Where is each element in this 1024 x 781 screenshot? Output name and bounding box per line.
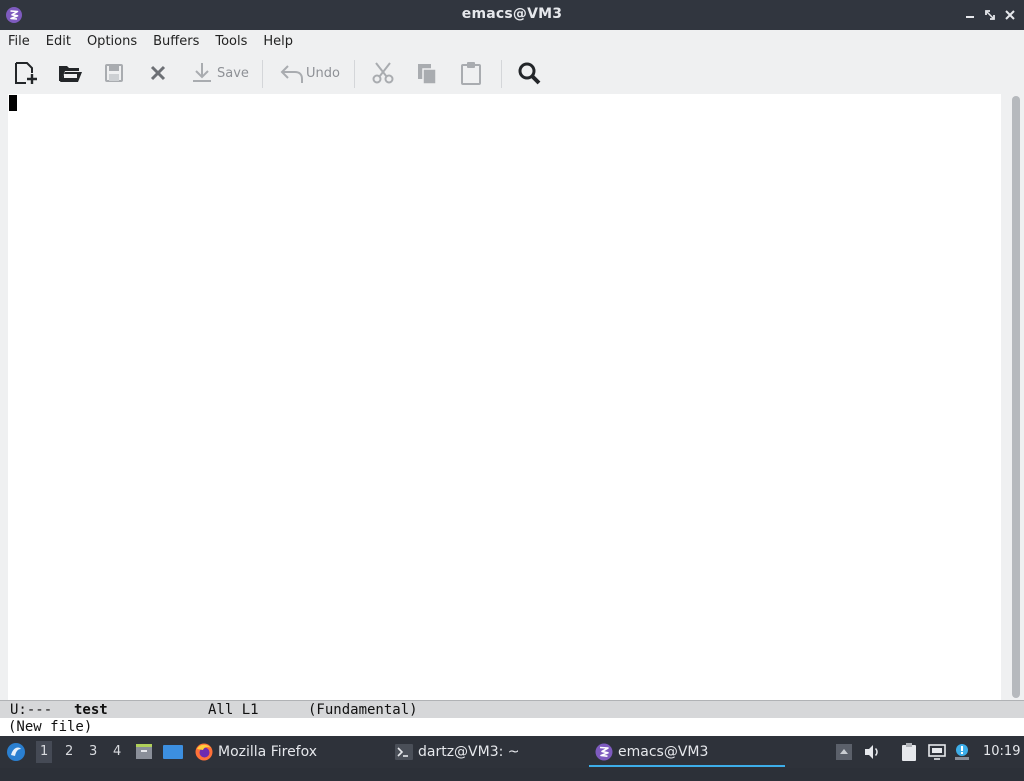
show-desktop-icon[interactable] — [162, 742, 184, 762]
cut-button[interactable] — [370, 60, 396, 86]
copy-button[interactable] — [414, 60, 440, 86]
task-firefox[interactable]: Mozilla Firefox — [194, 740, 317, 764]
menu-options[interactable]: Options — [79, 34, 145, 49]
workspace-1[interactable]: 1 — [36, 741, 53, 763]
toolbar-separator — [354, 60, 355, 88]
download-arrow-icon — [193, 63, 211, 82]
workspace-2[interactable]: 2 — [65, 744, 73, 759]
workspace-4[interactable]: 4 — [113, 744, 121, 759]
window-title: emacs@VM3 — [461, 6, 563, 22]
app-menu-icon[interactable] — [5, 741, 27, 763]
close-x-icon — [150, 65, 166, 81]
minimize-icon[interactable] — [962, 7, 978, 23]
undo-label: Undo — [306, 65, 340, 81]
menu-buffers[interactable]: Buffers — [145, 34, 207, 49]
update-notifier-icon[interactable] — [952, 742, 972, 762]
close-buffer-button[interactable] — [145, 60, 171, 86]
copy-icon — [418, 64, 437, 85]
tray-arrow-up-icon[interactable] — [834, 742, 854, 762]
taskbar: 1 2 3 4 Mozilla Firefox dartz@VM3: ~ ema… — [0, 736, 1024, 768]
modeline-status: U:--- — [10, 702, 53, 718]
open-folder-icon — [59, 66, 82, 82]
vertical-scrollbar[interactable] — [1008, 94, 1024, 700]
undo-arrow-icon — [280, 65, 303, 83]
file-manager-icon[interactable] — [134, 742, 154, 762]
toolbar-separator — [501, 60, 502, 88]
menu-file[interactable]: File — [0, 34, 38, 49]
text-buffer[interactable] — [8, 94, 1001, 700]
modeline-buffer-name[interactable]: test — [74, 702, 108, 718]
modeline-position: All L1 — [208, 702, 259, 718]
menu-tools[interactable]: Tools — [207, 34, 255, 49]
floppy-disk-icon — [105, 64, 123, 82]
volume-icon[interactable] — [862, 742, 882, 762]
save-button[interactable]: Save — [189, 60, 249, 86]
save-file-button[interactable] — [101, 60, 127, 86]
task-terminal[interactable]: dartz@VM3: ~ — [394, 740, 520, 764]
paste-button[interactable] — [458, 60, 484, 86]
echo-message: (New file) — [8, 719, 93, 735]
network-icon[interactable] — [927, 742, 947, 762]
restore-icon[interactable] — [982, 7, 998, 23]
task-emacs[interactable]: emacs@VM3 — [594, 740, 708, 764]
scissors-icon — [372, 62, 394, 84]
menu-bar: File Edit Options Buffers Tools Help — [0, 30, 1024, 52]
modeline-major-mode[interactable]: (Fundamental) — [308, 702, 418, 718]
clock[interactable]: 10:19 — [983, 744, 1020, 759]
workspace-3[interactable]: 3 — [89, 744, 97, 759]
undo-button[interactable]: Undo — [278, 60, 340, 86]
menu-help[interactable]: Help — [255, 34, 301, 49]
title-bar[interactable]: emacs@VM3 — [0, 0, 1024, 30]
new-file-button[interactable] — [13, 60, 39, 86]
toolbar: Save Undo — [0, 52, 1024, 94]
clipboard-tray-icon[interactable] — [899, 742, 919, 762]
clipboard-icon — [461, 62, 481, 85]
save-label: Save — [217, 65, 249, 81]
active-task-indicator — [589, 765, 785, 767]
task-terminal-label: dartz@VM3: ~ — [418, 744, 520, 760]
scrollbar-thumb[interactable] — [1012, 96, 1020, 698]
text-cursor — [9, 95, 17, 111]
toolbar-separator — [262, 60, 263, 88]
task-emacs-label: emacs@VM3 — [618, 744, 709, 760]
menu-edit[interactable]: Edit — [38, 34, 79, 49]
mode-line[interactable]: U:--- test All L1 (Fundamental) — [0, 700, 1024, 718]
close-icon[interactable] — [1002, 7, 1018, 23]
search-icon — [518, 62, 541, 85]
firefox-icon — [195, 743, 213, 761]
open-file-button[interactable] — [57, 60, 83, 86]
echo-area: (New file) — [0, 718, 1024, 736]
task-firefox-label: Mozilla Firefox — [218, 744, 318, 760]
terminal-icon — [395, 744, 413, 760]
emacs-icon — [595, 743, 613, 761]
search-button[interactable] — [516, 60, 542, 86]
new-file-icon — [15, 62, 37, 84]
editor-area — [0, 94, 1024, 700]
